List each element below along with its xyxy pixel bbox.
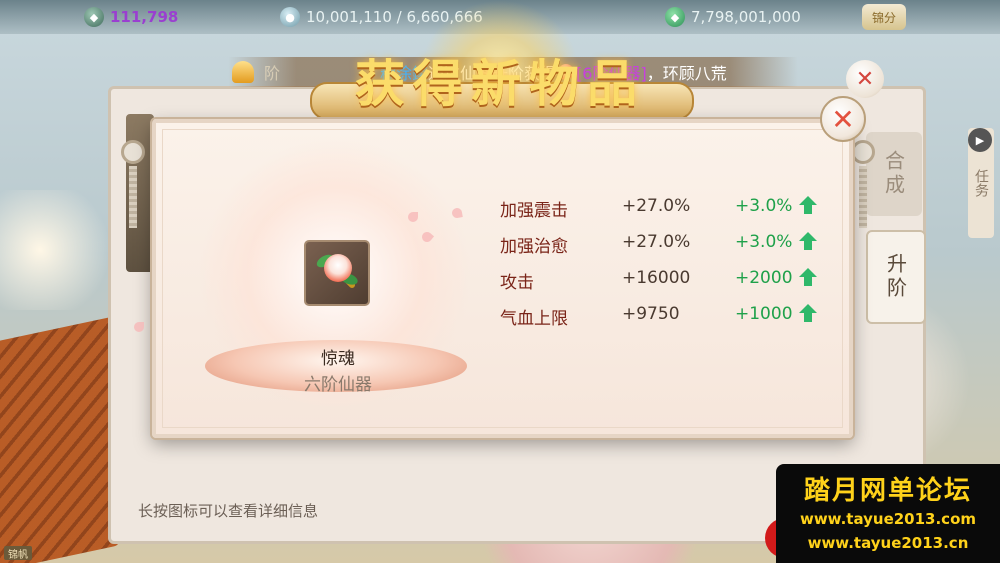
announcement-player-name[interactable]: 糊涂鑁 <box>380 60 428 84</box>
petal <box>451 207 463 219</box>
tab-upgrade[interactable]: 升阶 <box>866 230 926 324</box>
stat-increase: +2000 <box>735 268 793 288</box>
stat-name: 加强治愈 <box>500 237 568 257</box>
arrow-up-icon <box>799 268 817 288</box>
jade-coin-icon: ◆ <box>84 7 104 27</box>
arrow-up-icon <box>799 232 817 252</box>
stat-increase: +3.0% <box>735 232 793 252</box>
watermark-title: 踏月网单论坛 <box>803 476 972 506</box>
resource-silver: ● 10,001,110 / 6,660,666 <box>280 6 483 28</box>
close-icon[interactable]: ✕ <box>846 60 884 98</box>
stat-row: 攻击 +16000 +2000 <box>500 268 830 304</box>
announcement-message: 通过仙器升阶获得 <box>428 64 557 83</box>
resource-gold-value: 7,798,001,000 <box>691 8 801 26</box>
shop-button[interactable]: 锦分 <box>862 4 906 30</box>
item-grade: 六阶仙器 <box>304 375 372 395</box>
stat-name: 气血上限 <box>500 309 568 329</box>
expand-arrow-icon[interactable]: ▶ <box>968 128 992 152</box>
announcement-item-tag[interactable]: [6阶仙器] <box>576 60 647 84</box>
item-name: 惊魂 <box>321 349 355 369</box>
petal <box>134 322 144 332</box>
stat-increase: +3.0% <box>735 196 793 216</box>
resource-silver-value: 10,001,110 / 6,660,666 <box>306 8 483 26</box>
stat-row: 气血上限 +9750 +1000 <box>500 304 830 340</box>
stat-name: 攻击 <box>500 273 534 293</box>
item-icon-slot[interactable] <box>304 240 370 306</box>
close-icon[interactable]: ✕ <box>820 96 866 142</box>
bell-icon <box>232 61 254 83</box>
arrow-up-icon <box>799 196 817 216</box>
background-cloud <box>0 190 120 310</box>
resource-jade-value: 111,798 <box>110 8 179 26</box>
hint-text: 长按图标可以查看详细信息 <box>138 502 319 520</box>
stat-increase: +1000 <box>735 304 793 324</box>
background-roof <box>0 315 120 563</box>
resource-bar: ◆ 111,798 ● 10,001,110 / 6,660,666 ◆ 7,7… <box>0 0 1000 34</box>
tassel-right <box>850 140 876 230</box>
stat-list: 加强震击 +27.0% +3.0% 加强治愈 +27.0% +3.0% 攻击 +… <box>500 196 830 340</box>
announcement-bar: 阶 糊涂鑁 通过仙器升阶获得 [6阶仙器] ，环顾八荒 <box>228 57 798 87</box>
green-coin-icon: ◆ <box>665 7 685 27</box>
stat-value: +16000 <box>622 268 691 288</box>
stat-name: 加强震击 <box>500 201 568 221</box>
silver-ingot-icon: ● <box>280 7 300 27</box>
stat-row: 加强震击 +27.0% +3.0% <box>500 196 830 232</box>
watermark-url-cn: www.tayue2013.cn <box>807 534 969 552</box>
announcement-suffix: ，环顾八荒 <box>646 64 727 83</box>
item-flower-icon <box>558 64 575 80</box>
watermark-url-com: www.tayue2013.com <box>799 510 977 528</box>
corner-tag: 锦帆 <box>4 546 32 561</box>
petal <box>408 212 418 222</box>
stat-value: +27.0% <box>622 232 691 252</box>
stat-value: +9750 <box>622 304 680 324</box>
forum-watermark: 踏月网单论坛 www.tayue2013.com www.tayue2013.c… <box>776 464 1000 563</box>
arrow-up-icon <box>799 304 817 324</box>
tassel-left <box>120 140 146 230</box>
resource-jade: ◆ 111,798 <box>84 6 178 28</box>
resource-gold: ◆ 7,798,001,000 <box>665 6 801 28</box>
stat-row: 加强治愈 +27.0% +3.0% <box>500 232 830 268</box>
ghost-tab-label: 阶 <box>264 64 281 83</box>
stat-value: +27.0% <box>622 196 691 216</box>
flower-staff-icon <box>312 248 362 298</box>
